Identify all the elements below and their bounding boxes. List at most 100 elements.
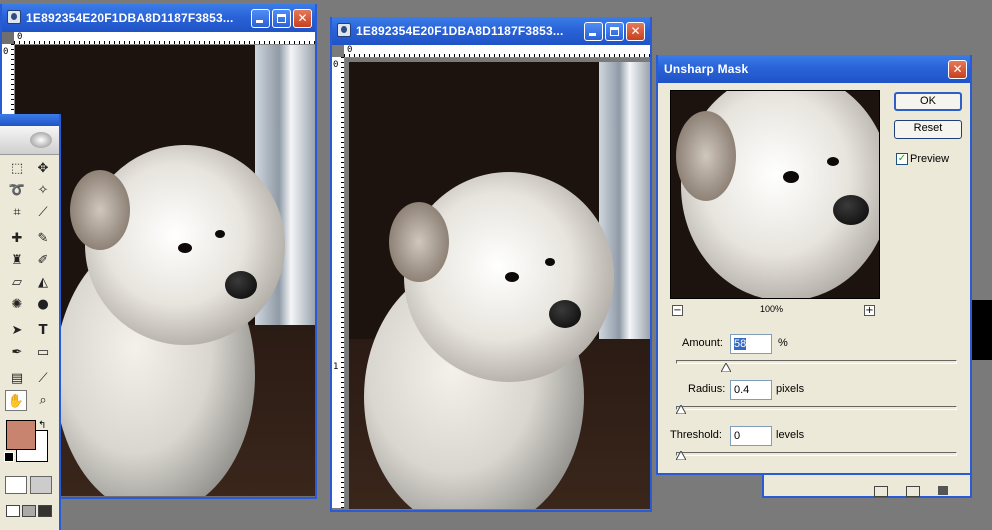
pen-icon[interactable]: ✒ — [6, 342, 28, 363]
notes-icon[interactable]: ▤ — [6, 368, 28, 389]
ruler-label: 0 — [17, 32, 23, 42]
dog-eye — [545, 258, 555, 266]
stamp-icon[interactable]: ♜ — [6, 250, 28, 271]
dog-ear — [676, 111, 736, 201]
preview-image[interactable] — [670, 90, 880, 299]
threshold-input[interactable]: 0 — [730, 426, 772, 446]
maximize-icon — [606, 23, 623, 40]
eye-logo-icon — [30, 132, 52, 148]
toolbox-palette[interactable]: ⬚ ✥ ➰ ✧ ⌗ ⟋ ✚ ✎ ♜ ✐ ▱ ◭ ✺ ● ➤ T ✒ ▭ ▤ ⟋ … — [0, 114, 61, 530]
crop-icon[interactable]: ⌗ — [6, 202, 28, 223]
healing-icon[interactable]: ✚ — [6, 228, 28, 249]
quick-mask-icon[interactable] — [30, 476, 52, 494]
amount-label: Amount: — [682, 337, 723, 349]
amount-slider-thumb[interactable] — [721, 363, 731, 372]
document-window-2[interactable]: 1E892354E20F1DBA8D1187F3853... ✕ 0 0 1 — [330, 17, 652, 512]
foreground-color-swatch[interactable] — [6, 420, 36, 450]
minimize-button[interactable] — [584, 22, 603, 41]
dog-ear — [70, 170, 130, 250]
threshold-label: Threshold: — [670, 429, 722, 441]
window-1-titlebar[interactable]: 1E892354E20F1DBA8D1187F3853... ✕ — [2, 4, 315, 32]
dog-eye — [827, 157, 839, 166]
window-2-title: 1E892354E20F1DBA8D1187F3853... — [356, 24, 564, 38]
screen-mode-full-menu-icon[interactable] — [22, 505, 36, 517]
zoom-out-button[interactable]: − — [672, 305, 683, 316]
amount-value: 58 — [734, 338, 747, 350]
slice-icon[interactable]: ⟋ — [32, 202, 54, 223]
brush-icon[interactable]: ✎ — [32, 228, 54, 249]
dog-eye — [505, 272, 519, 282]
radius-value: 0.4 — [734, 384, 750, 396]
screen-mode-standard-icon[interactable] — [6, 505, 20, 517]
radius-slider-thumb[interactable] — [676, 405, 686, 414]
toolbox-titlebar[interactable] — [0, 114, 59, 126]
close-icon: ✕ — [630, 24, 641, 38]
preview-label: Preview — [910, 153, 950, 165]
eraser-icon[interactable]: ▱ — [6, 272, 28, 293]
dodge-icon[interactable]: ● — [32, 294, 54, 315]
zoom-in-button[interactable]: + — [864, 305, 875, 316]
blur-icon[interactable]: ✺ — [6, 294, 28, 315]
amount-slider[interactable] — [676, 360, 957, 364]
swap-colors-icon[interactable]: ↰ — [38, 420, 46, 431]
radius-input[interactable]: 0.4 — [730, 380, 772, 400]
dog-eye — [178, 243, 192, 253]
maximize-button[interactable] — [272, 9, 291, 28]
new-adjustment-layer-icon[interactable] — [874, 486, 888, 497]
horizontal-ruler: 0 — [14, 32, 315, 45]
radius-label: Radius: — [688, 383, 726, 395]
eyedropper-icon[interactable]: ⟋ — [32, 368, 54, 389]
horizontal-ruler: 0 — [344, 45, 650, 58]
maximize-icon — [273, 10, 290, 27]
palette-edge — [972, 300, 992, 360]
lasso-icon[interactable]: ➰ — [6, 180, 28, 201]
camera-icon[interactable] — [906, 486, 920, 497]
history-brush-icon[interactable]: ✐ — [32, 250, 54, 271]
move-icon[interactable]: ✥ — [32, 158, 54, 179]
close-icon: ✕ — [297, 11, 308, 25]
ok-button[interactable]: OK — [894, 92, 962, 111]
minimize-icon — [252, 10, 269, 27]
close-icon: ✕ — [952, 62, 963, 76]
magic-wand-icon[interactable]: ✧ — [32, 180, 54, 201]
dialog-titlebar[interactable]: Unsharp Mask ✕ — [658, 55, 970, 83]
threshold-unit: levels — [776, 429, 805, 441]
type-icon[interactable]: T — [32, 320, 54, 341]
close-button[interactable]: ✕ — [293, 9, 312, 28]
marquee-icon[interactable]: ⬚ — [6, 158, 28, 179]
minimize-icon — [585, 23, 602, 40]
dog-nose — [833, 195, 869, 225]
photoshop-doc-icon — [337, 23, 351, 37]
standard-mode-icon[interactable] — [5, 476, 27, 494]
ruler-label: 0 — [333, 60, 339, 70]
shape-icon[interactable]: ▭ — [32, 342, 54, 363]
threshold-slider-thumb[interactable] — [676, 451, 686, 460]
zoom-icon[interactable]: ⌕ — [32, 390, 54, 411]
reset-button[interactable]: Reset — [894, 120, 962, 139]
hand-icon[interactable]: ✋ — [5, 390, 27, 411]
screen-mode-full-icon[interactable] — [38, 505, 52, 517]
trash-icon[interactable] — [938, 486, 948, 495]
radius-slider[interactable] — [676, 406, 957, 410]
dialog-close-button[interactable]: ✕ — [948, 60, 967, 79]
threshold-slider[interactable] — [676, 452, 957, 456]
bucket-icon[interactable]: ◭ — [32, 272, 54, 293]
ruler-label: 1 — [333, 362, 339, 372]
amount-input[interactable]: 58 — [730, 334, 772, 354]
document-canvas[interactable] — [349, 62, 650, 509]
vertical-ruler: 0 1 — [332, 57, 345, 508]
toolbox-header — [0, 126, 59, 155]
threshold-value: 0 — [734, 430, 741, 442]
preview-checkbox[interactable]: ✓ — [896, 153, 908, 165]
ruler-label: 0 — [347, 45, 353, 55]
default-colors-icon[interactable] — [4, 452, 14, 462]
maximize-button[interactable] — [605, 22, 624, 41]
dog-nose — [225, 271, 257, 299]
photoshop-doc-icon — [7, 10, 21, 24]
window-2-titlebar[interactable]: 1E892354E20F1DBA8D1187F3853... ✕ — [332, 17, 650, 45]
path-select-icon[interactable]: ➤ — [6, 320, 28, 341]
radius-unit: pixels — [776, 383, 805, 395]
minimize-button[interactable] — [251, 9, 270, 28]
unsharp-mask-dialog[interactable]: Unsharp Mask ✕ − 100% + OK Reset ✓ Previ… — [656, 55, 972, 475]
close-button[interactable]: ✕ — [626, 22, 645, 41]
